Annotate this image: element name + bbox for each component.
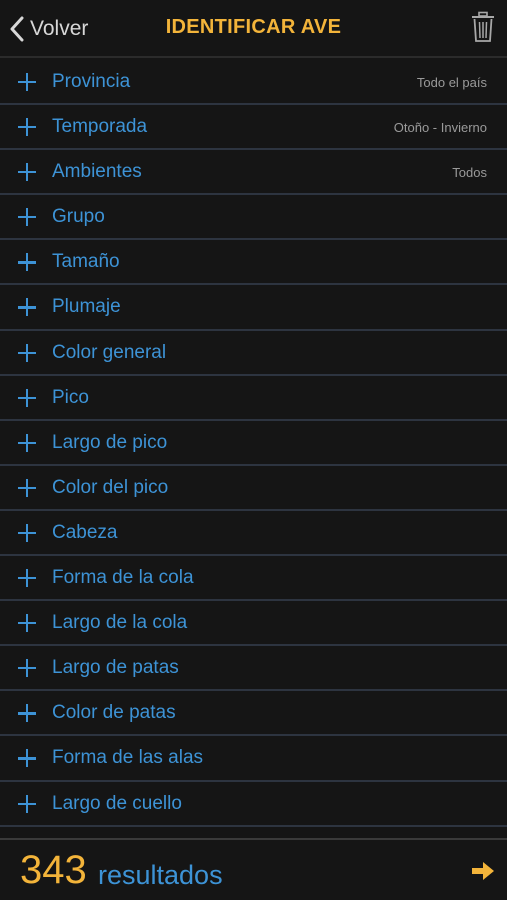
filter-value: Todos (452, 165, 487, 181)
filter-label: Tamaño (52, 251, 120, 273)
filter-row-pico[interactable]: Pico (0, 375, 507, 421)
filter-row-tamano[interactable]: Tamaño (0, 240, 507, 286)
results-count: 343 (20, 848, 87, 892)
filter-label: Pico (52, 386, 89, 408)
filter-row-color-general[interactable]: Color general (0, 330, 507, 376)
filter-label: Forma de las alas (52, 747, 204, 769)
filter-row-largo-de-la-cola[interactable]: Largo de la cola (0, 601, 507, 647)
filter-label: Largo de pico (52, 431, 168, 453)
plus-icon (18, 163, 36, 182)
filter-row-forma-de-las-alas[interactable]: Forma de las alas (0, 736, 507, 782)
filter-row-temporada[interactable]: Temporada Otoño - Invierno (0, 105, 507, 151)
filter-row-ambientes[interactable]: Ambientes Todos (0, 150, 507, 196)
arrow-right-icon[interactable] (471, 860, 495, 887)
filter-row-largo-de-pico[interactable]: Largo de pico (0, 420, 507, 466)
filter-row-provincia[interactable]: Provincia Todo el país (0, 60, 507, 106)
plus-icon (18, 523, 36, 542)
trash-icon[interactable] (471, 11, 495, 48)
plus-icon (18, 118, 36, 137)
plus-icon (18, 569, 36, 588)
filter-label: Plumaje (52, 296, 121, 318)
page-title: IDENTIFICAR AVE (165, 16, 342, 38)
filter-label: Ambientes (52, 161, 142, 183)
filter-label: Color general (52, 341, 167, 363)
plus-icon (18, 704, 36, 723)
results-bar: 343 resultados (0, 838, 507, 900)
plus-icon (18, 343, 36, 362)
plus-icon (18, 388, 36, 407)
filter-label: Forma de la cola (52, 567, 194, 589)
filter-label: Largo de patas (52, 657, 179, 679)
filter-value: Otoño - Invierno (393, 120, 487, 136)
filter-label: Color de patas (52, 702, 176, 724)
plus-icon (18, 433, 36, 452)
filter-label: Cabeza (52, 521, 118, 543)
filter-row-largo-de-patas[interactable]: Largo de patas (0, 646, 507, 692)
filter-row-grupo[interactable]: Grupo (0, 195, 507, 241)
filter-row-largo-de-cuello[interactable]: Largo de cuello (0, 781, 507, 827)
filter-row-color-de-patas[interactable]: Color de patas (0, 691, 507, 737)
filter-label: Grupo (52, 206, 105, 228)
plus-icon (18, 208, 36, 227)
filter-label: Provincia (52, 71, 131, 92)
navigation-bar: Volver IDENTIFICAR AVE (0, 0, 507, 58)
plus-icon (18, 478, 36, 497)
plus-icon (18, 749, 36, 768)
plus-icon (18, 659, 36, 678)
filter-label: Largo de la cola (52, 612, 188, 634)
plus-icon (18, 614, 36, 633)
plus-icon (18, 794, 36, 813)
filter-row-color-del-pico[interactable]: Color del pico (0, 465, 507, 511)
plus-icon (18, 298, 36, 317)
plus-icon (18, 73, 36, 91)
filter-row-plumaje[interactable]: Plumaje (0, 285, 507, 331)
plus-icon (18, 253, 36, 272)
filter-label: Largo de cuello (52, 792, 182, 814)
filter-value: Todo el país (416, 75, 487, 90)
filter-label: Color del pico (52, 476, 169, 498)
filter-row-cabeza[interactable]: Cabeza (0, 510, 507, 557)
filter-label: Temporada (52, 116, 148, 138)
filter-row-forma-de-la-cola[interactable]: Forma de la cola (0, 556, 507, 602)
filter-list: Provincia Todo el país Temporada Otoño -… (0, 60, 507, 838)
results-label: resultados (98, 860, 223, 890)
